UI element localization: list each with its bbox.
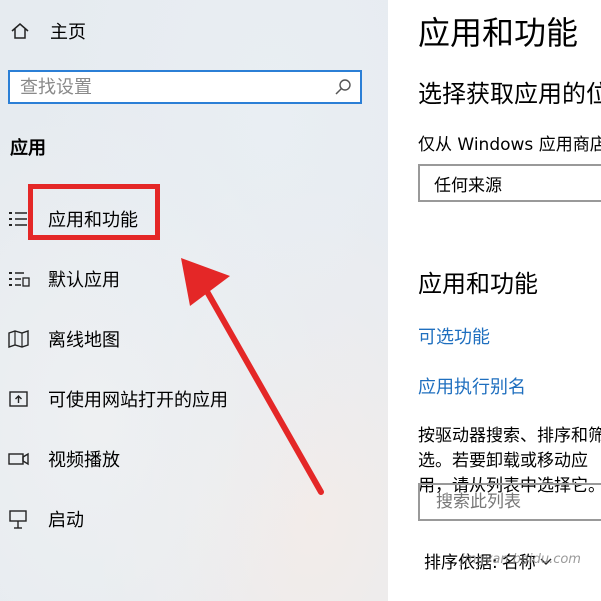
choose-where-heading: 选择获取应用的位 <box>418 80 601 108</box>
sidebar-item-label: 启动 <box>48 510 84 531</box>
apps-features-icon <box>9 212 27 226</box>
app-execution-alias-link[interactable]: 应用执行别名 <box>418 373 526 399</box>
sidebar-item-label: 默认应用 <box>48 270 120 291</box>
sidebar-item-default-apps[interactable]: 默认应用 <box>8 264 368 294</box>
apps-section-title: 应用 <box>10 138 46 159</box>
apps-for-websites-icon <box>9 391 28 407</box>
home-icon <box>11 23 29 39</box>
settings-search-box[interactable] <box>8 70 362 104</box>
sidebar-item-apps-for-websites[interactable]: 可使用网站打开的应用 <box>8 384 368 414</box>
sidebar-item-offline-maps[interactable]: 离线地图 <box>8 324 368 354</box>
video-playback-icon <box>8 452 29 466</box>
search-icon[interactable] <box>334 78 352 96</box>
page-title: 应用和功能 <box>418 14 579 52</box>
offline-maps-icon <box>8 330 29 348</box>
sidebar-item-video-playback[interactable]: 视频播放 <box>8 444 368 474</box>
home-label: 主页 <box>50 22 86 43</box>
settings-search-input[interactable] <box>10 72 334 102</box>
install-source-label: 仅从 Windows 应用商店 <box>418 135 601 155</box>
list-search-input[interactable] <box>434 491 601 513</box>
sidebar-item-label: 视频播放 <box>48 450 120 471</box>
default-apps-icon <box>9 272 30 287</box>
startup-icon <box>9 510 27 529</box>
home-nav-item[interactable]: 主页 <box>10 18 86 44</box>
settings-sidebar: 主页 应用 应用和功能 默认应用 <box>0 0 388 601</box>
install-source-dropdown[interactable]: 任何来源 <box>418 164 601 202</box>
main-content: 应用和功能 选择获取应用的位 仅从 Windows 应用商店 任何来源 应用和功… <box>388 0 601 601</box>
sidebar-item-label: 离线地图 <box>48 330 120 351</box>
optional-features-link[interactable]: 可选功能 <box>418 323 490 349</box>
annotation-highlight-box <box>28 184 160 240</box>
list-search-box[interactable] <box>418 483 601 521</box>
install-source-value: 任何来源 <box>434 175 502 196</box>
apps-features-heading: 应用和功能 <box>418 270 538 298</box>
watermark: jingyan.baidu.com <box>461 552 581 567</box>
sidebar-item-startup[interactable]: 启动 <box>8 504 368 534</box>
sidebar-item-label: 可使用网站打开的应用 <box>48 390 228 411</box>
